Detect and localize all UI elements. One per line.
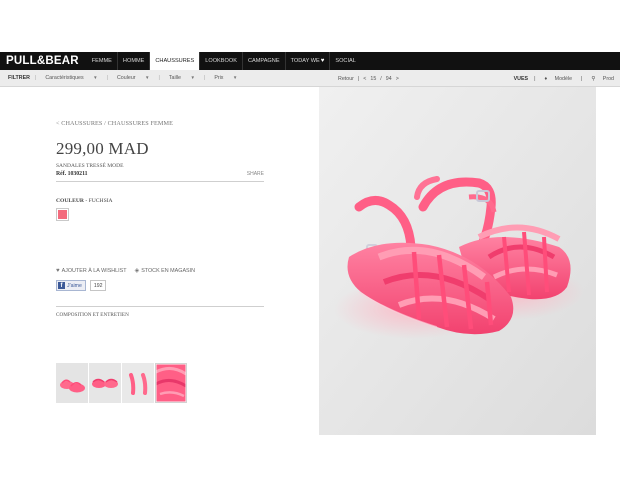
product-thumbnail[interactable]	[56, 363, 88, 403]
model-icon: ♦	[544, 75, 548, 82]
sandal-thumbnail-image	[156, 364, 186, 402]
color-label: COULEUR - FUCHSIA	[56, 198, 264, 204]
caret-down-icon: ▼	[145, 75, 150, 80]
next-button[interactable]: >	[394, 76, 401, 82]
stock-label: STOCK EN MAGASIN	[141, 267, 196, 274]
pager: Retour | < 15 / 94 >	[336, 70, 401, 87]
nav-item-today-we[interactable]: TODAY WE ♥	[284, 52, 330, 70]
facebook-like-button[interactable]: f J'aime	[56, 280, 86, 291]
nav-item-campagne[interactable]: CAMPAGNE	[241, 52, 285, 70]
product-thumbnail-selected[interactable]	[155, 363, 187, 403]
divider	[56, 306, 264, 307]
heart-icon: ♥	[56, 267, 60, 274]
hanger-icon: ⚲	[591, 75, 596, 82]
filter-bar: FILTRER | Caractéristiques ▼ | Couleur ▼…	[0, 70, 620, 87]
view-options: VUES | ♦ Modèle | ⚲ Prod	[511, 70, 620, 87]
color-name: FUCHSIA	[88, 198, 113, 204]
dropdown-label: Taille	[168, 75, 181, 81]
facebook-icon: f	[58, 282, 65, 289]
separator: |	[534, 75, 536, 82]
nav-item-lookbook[interactable]: LOOKBOOK	[199, 52, 242, 70]
product-name: SANDALES TRESSÉ MODE	[56, 163, 124, 169]
product-reference: Réf. 1030211	[56, 171, 88, 177]
sandal-thumbnail-image	[56, 363, 88, 403]
nav-item-label: LOOKBOOK	[205, 58, 237, 64]
color-label-title: COULEUR	[56, 198, 84, 204]
nav-item-homme[interactable]: HOMME	[116, 52, 149, 70]
view-modele-button[interactable]: ♦ Modèle	[538, 76, 578, 82]
page-total: 94	[385, 75, 392, 82]
caret-down-icon: ▼	[232, 75, 238, 80]
facebook-like-label: J'aime	[67, 282, 82, 289]
composition-link[interactable]: COMPOSITION ET ENTRETIEN	[56, 312, 264, 318]
page-current: 15	[370, 75, 377, 82]
nav-item-label: SOCIAL	[335, 58, 356, 64]
dropdown-label: Caractéristiques	[45, 75, 84, 81]
dropdown-label: Prix	[214, 75, 224, 81]
filter-taille-dropdown[interactable]: Taille ▼	[161, 75, 203, 81]
nav-item-label: CAMPAGNE	[247, 58, 280, 64]
color-swatch-fuchsia[interactable]	[56, 208, 69, 221]
brand-logo[interactable]: PULL&BEAR	[0, 55, 87, 67]
filter-prix-dropdown[interactable]: Prix ▼	[206, 75, 245, 81]
vues-label: VUES	[513, 75, 529, 82]
share-button[interactable]: SHARE	[247, 171, 264, 177]
view-label: Prod	[602, 75, 614, 82]
sandal-photo	[319, 87, 596, 435]
main-nav: FEMME HOMME CHAUSSURES LOOKBOOK CAMPAGNE…	[87, 52, 361, 70]
product-thumbnail[interactable]	[122, 363, 154, 403]
filter-couleur-dropdown[interactable]: Couleur ▼	[109, 75, 158, 81]
breadcrumb[interactable]: < CHAUSSURES / CHAUSSURES FEMME	[56, 120, 264, 127]
wishlist-label: AJOUTER À LA WISHLIST	[61, 267, 127, 274]
add-to-wishlist-button[interactable]: ♥ AJOUTER À LA WISHLIST	[56, 268, 127, 274]
view-label: Modèle	[554, 75, 573, 82]
retour-link[interactable]: Retour	[336, 76, 356, 82]
nav-item-label: CHAUSSURES	[155, 58, 195, 64]
store-stock-button[interactable]: ◈ STOCK EN MAGASIN	[134, 267, 196, 275]
dropdown-label: Couleur	[116, 75, 136, 81]
top-nav-bar: PULL&BEAR FEMME HOMME CHAUSSURES LOOKBOO…	[0, 52, 620, 70]
facebook-like-count: 192	[89, 280, 107, 291]
location-icon: ◈	[134, 268, 140, 274]
swatch-fill	[58, 210, 67, 219]
nav-item-label: TODAY WE	[290, 58, 320, 64]
nav-item-label: HOMME	[122, 58, 145, 64]
heart-icon: ♥	[320, 58, 325, 64]
nav-item-label: FEMME	[91, 58, 112, 64]
separator: |	[581, 75, 583, 82]
thumbnail-strip	[56, 363, 188, 403]
product-info: < CHAUSSURES / CHAUSSURES FEMME 299,00 M…	[56, 120, 264, 318]
product-main-image[interactable]	[319, 87, 596, 435]
product-thumbnail[interactable]	[89, 363, 121, 403]
nav-item-social[interactable]: SOCIAL	[329, 52, 361, 70]
caret-down-icon: ▼	[190, 75, 195, 80]
nav-item-chaussures[interactable]: CHAUSSURES	[149, 52, 200, 70]
filter-caracteristiques-dropdown[interactable]: Caractéristiques ▼	[37, 75, 105, 81]
prev-button[interactable]: <	[361, 76, 368, 82]
sandal-thumbnail-image	[89, 363, 121, 403]
caret-down-icon: ▼	[93, 75, 98, 80]
sandal-thumbnail-image	[122, 363, 154, 403]
divider	[56, 181, 264, 182]
view-produit-button[interactable]: ⚲ Prod	[585, 76, 620, 82]
filter-label[interactable]: FILTRER	[4, 75, 34, 81]
product-price: 299,00 MAD	[56, 139, 149, 158]
nav-item-femme[interactable]: FEMME	[87, 52, 117, 70]
